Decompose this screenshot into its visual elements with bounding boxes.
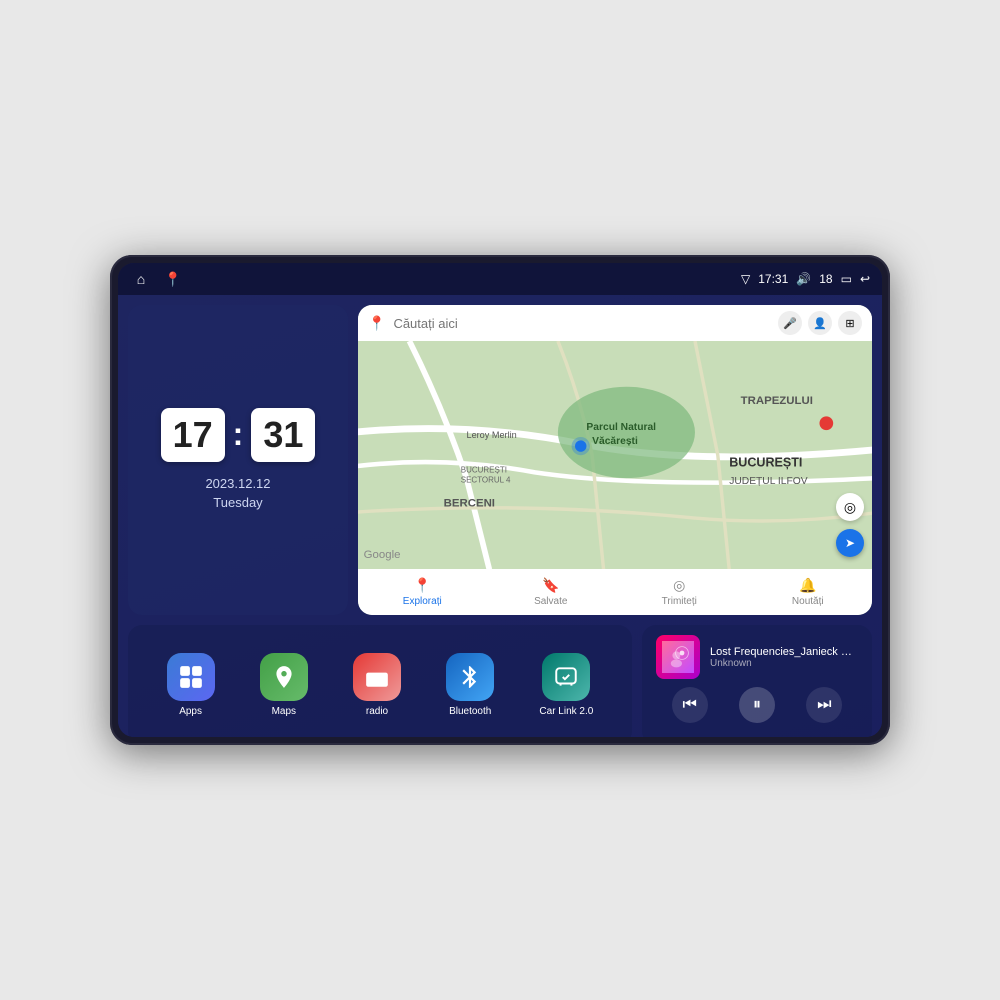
app-icon-carlink[interactable]: Car Link 2.0 [539,653,593,717]
carlink-icon-img [542,653,590,701]
bluetooth-icon-img [446,653,494,701]
mic-icon[interactable]: 🎤 [778,311,802,335]
carlink-label: Car Link 2.0 [539,706,593,717]
device-screen: ⌂ 📍 ▽ 17:31 🔊 18 ▭ ↩ 17 : [118,263,882,737]
clock-digits: 17 : 31 [161,408,316,462]
top-section: 17 : 31 2023.12.12 Tuesday 📍 [128,305,872,615]
clock-hours: 17 [161,408,225,462]
bottom-section: Apps Maps [128,625,872,737]
profile-icon[interactable]: 👤 [808,311,832,335]
map-search-input[interactable] [393,316,770,331]
back-icon[interactable]: ↩ [860,272,870,286]
clock-minutes: 31 [251,408,315,462]
saved-label: Salvate [534,596,567,607]
news-icon: 🔔 [799,577,816,594]
svg-text:Văcărești: Văcărești [592,436,638,447]
music-panel: Lost Frequencies_Janieck Devy-... Unknow… [642,625,872,737]
car-display-device: ⌂ 📍 ▽ 17:31 🔊 18 ▭ ↩ 17 : [110,255,890,745]
map-nav-send[interactable]: ◎ Trimiteți [615,573,744,611]
status-bar: ⌂ 📍 ▽ 17:31 🔊 18 ▭ ↩ [118,263,882,295]
saved-icon: 🔖 [542,577,559,594]
music-details: Lost Frequencies_Janieck Devy-... Unknow… [710,646,858,669]
status-bar-right: ▽ 17:31 🔊 18 ▭ ↩ [741,272,870,286]
main-content: 17 : 31 2023.12.12 Tuesday 📍 [118,295,882,737]
map-pin-icon: 📍 [368,315,385,332]
radio-label: radio [366,706,388,717]
maps-nav-icon[interactable]: 📍 [162,268,184,290]
app-icons-panel: Apps Maps [128,625,632,737]
clock-colon: : [233,416,244,453]
signal-icon: ▽ [741,272,750,286]
status-bar-left: ⌂ 📍 [130,268,184,290]
bluetooth-label: Bluetooth [449,706,491,717]
svg-text:Google: Google [364,549,401,561]
svg-text:BERCENI: BERCENI [444,498,495,510]
maps-icon-img [260,653,308,701]
map-nav-saved[interactable]: 🔖 Salvate [487,573,616,611]
map-nav-news[interactable]: 🔔 Noutăți [744,573,873,611]
music-artist: Unknown [710,658,858,669]
map-search-icons: 🎤 👤 ⊞ [778,311,862,335]
svg-text:FM: FM [368,681,376,687]
map-bottom-nav: 📍 Explorați 🔖 Salvate ◎ Trimiteți 🔔 [358,569,872,615]
app-icon-bluetooth[interactable]: Bluetooth [446,653,494,717]
svg-text:JUDEȚUL ILFOV: JUDEȚUL ILFOV [729,476,807,487]
app-icon-radio[interactable]: FM radio [353,653,401,717]
svg-text:Leroy Merlin: Leroy Merlin [466,430,516,440]
app-icon-maps[interactable]: Maps [260,653,308,717]
battery-icon: ▭ [841,272,852,286]
battery-value: 18 [819,272,832,286]
send-label: Trimiteți [662,596,697,607]
volume-icon: 🔊 [796,272,811,286]
svg-text:SECTORUL 4: SECTORUL 4 [461,476,511,485]
prev-button[interactable]: ⏮ [672,687,708,723]
map-nav-explore[interactable]: 📍 Explorați [358,573,487,611]
svg-text:BUCUREȘTI: BUCUREȘTI [461,465,507,474]
radio-icon-img: FM [353,653,401,701]
app-icon-apps[interactable]: Apps [167,653,215,717]
music-controls: ⏮ ⏸ ⏭ [656,687,858,723]
svg-text:BUCUREȘTI: BUCUREȘTI [729,456,802,470]
music-info: Lost Frequencies_Janieck Devy-... Unknow… [656,635,858,679]
map-widget[interactable]: 📍 🎤 👤 ⊞ [358,305,872,615]
svg-text:TRAPEZULUI: TRAPEZULUI [741,395,813,407]
explore-label: Explorați [403,596,442,607]
news-label: Noutăți [792,596,824,607]
send-icon: ◎ [673,577,685,594]
explore-icon: 📍 [414,577,431,594]
apps-label: Apps [179,706,202,717]
play-pause-button[interactable]: ⏸ [739,687,775,723]
music-title: Lost Frequencies_Janieck Devy-... [710,646,858,658]
svg-text:Parcul Natural: Parcul Natural [586,422,656,433]
clock-widget: 17 : 31 2023.12.12 Tuesday [128,305,348,615]
map-body: Parcul Natural Văcărești TRAPEZULUI BUCU… [358,341,872,569]
map-search-bar: 📍 🎤 👤 ⊞ [358,305,872,341]
status-time: 17:31 [758,272,788,286]
next-button[interactable]: ⏭ [806,687,842,723]
music-thumbnail [656,635,700,679]
layers-icon[interactable]: ⊞ [838,311,862,335]
home-icon[interactable]: ⌂ [130,268,152,290]
maps-label: Maps [272,706,296,717]
clock-date: 2023.12.12 Tuesday [205,474,270,513]
apps-icon-img [167,653,215,701]
